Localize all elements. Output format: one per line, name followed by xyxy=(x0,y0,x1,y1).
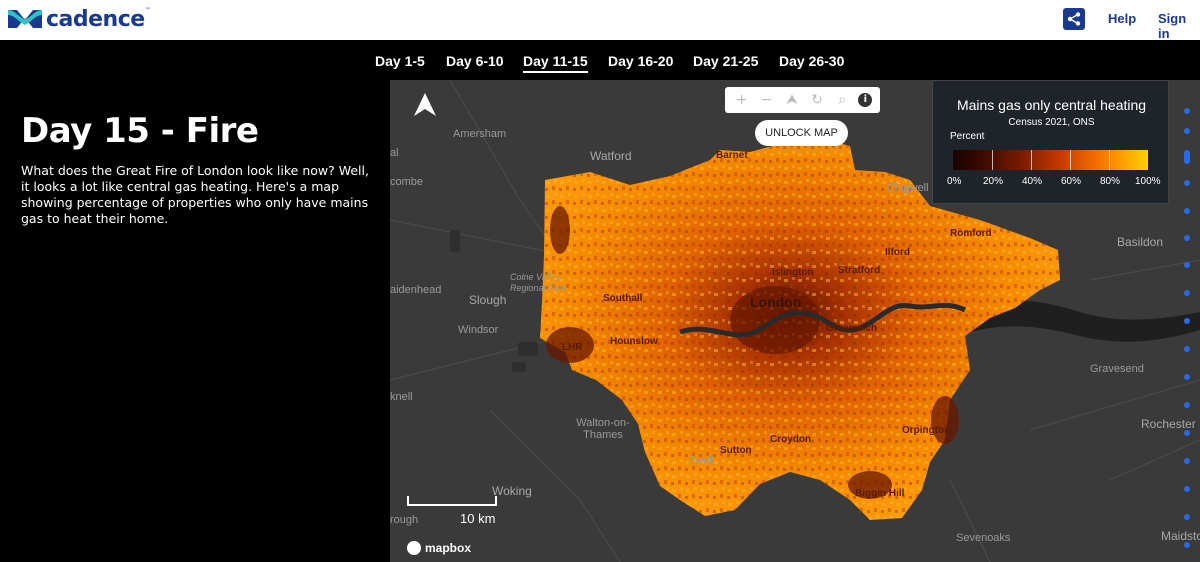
borough-label: Romford xyxy=(950,228,992,239)
compass-icon[interactable]: ⮝ xyxy=(783,92,801,108)
place-label: Ewell xyxy=(688,455,715,467)
progress-dot[interactable] xyxy=(1184,402,1190,408)
tab-day-6-10[interactable]: Day 6-10 xyxy=(446,53,504,69)
progress-dot[interactable] xyxy=(1184,430,1190,436)
story-panel xyxy=(0,80,390,562)
mapbox-logo-icon xyxy=(407,541,421,555)
borough-label: Greenwich xyxy=(826,323,878,334)
place-label: Chigwell xyxy=(887,182,929,194)
zoom-in-icon[interactable]: + xyxy=(733,92,751,108)
progress-dot[interactable] xyxy=(1184,374,1190,380)
borough-label: Orpington xyxy=(902,425,951,436)
place-label: Basildon xyxy=(1117,235,1164,249)
borough-label: Biggin Hill xyxy=(855,488,905,499)
brand-tm: ™ xyxy=(144,6,151,14)
mapbox-label: mapbox xyxy=(425,541,472,555)
borough-label: Stratford xyxy=(838,265,881,276)
borough-label: LHR xyxy=(562,342,583,353)
signin-link[interactable]: Sign in xyxy=(1158,11,1200,41)
legend-label: 0% xyxy=(947,176,962,187)
map-toolbar: + − ⮝ ↻ ⌕ i xyxy=(725,87,880,113)
search-icon[interactable]: ⌕ xyxy=(833,92,851,108)
legend-color-ramp xyxy=(953,150,1148,170)
borough-label: Islington xyxy=(772,267,814,278)
progress-dot[interactable] xyxy=(1184,458,1190,464)
brand-name: cadence xyxy=(46,6,145,32)
share-icon xyxy=(1067,12,1081,26)
legend-unit: Percent xyxy=(950,131,985,142)
brand-logo[interactable]: cadence ™ xyxy=(8,6,151,32)
help-link[interactable]: Help xyxy=(1108,11,1136,26)
borough-label: Croydon xyxy=(770,434,812,445)
legend-tick xyxy=(1031,150,1032,170)
legend-title: Mains gas only central heating xyxy=(956,97,1147,113)
legend-subtitle: Census 2021, ONS xyxy=(1008,117,1095,128)
progress-dot[interactable] xyxy=(1184,290,1190,296)
page-title: Day 15 - Fire xyxy=(21,111,259,151)
progress-dot[interactable] xyxy=(1184,128,1190,134)
legend-label: 80% xyxy=(1100,176,1121,187)
progress-dot[interactable] xyxy=(1184,486,1190,492)
place-label: Watford xyxy=(590,149,632,163)
place-label: Walton-on- Thames xyxy=(576,417,630,441)
legend-label: 60% xyxy=(1061,176,1082,187)
map-legend: Mains gas only central heating Census 20… xyxy=(932,80,1169,204)
scale-bar xyxy=(407,496,497,506)
story-progress-nav xyxy=(1183,80,1200,562)
borough-label: Southall xyxy=(603,293,643,304)
reset-view-icon[interactable]: ↻ xyxy=(808,92,826,108)
tab-day-21-25[interactable]: Day 21-25 xyxy=(693,53,758,69)
progress-dot[interactable] xyxy=(1184,318,1190,324)
place-label: aidenhead xyxy=(390,284,442,296)
progress-dot[interactable] xyxy=(1184,108,1190,114)
legend-label: 100% xyxy=(1135,176,1161,187)
progress-dot[interactable] xyxy=(1184,235,1190,241)
place-label: rough xyxy=(390,514,419,526)
legend-tick xyxy=(1070,150,1071,170)
info-icon[interactable]: i xyxy=(858,93,873,107)
city-label: London xyxy=(750,294,802,310)
mapbox-attribution[interactable]: mapbox xyxy=(407,541,471,555)
place-label: Gravesend xyxy=(1090,363,1144,375)
progress-dot-active[interactable] xyxy=(1184,150,1190,164)
borough-label: Ilford xyxy=(885,247,910,258)
place-label: combe xyxy=(390,176,424,188)
share-button[interactable] xyxy=(1063,8,1085,30)
borough-label: Hounslow xyxy=(610,336,658,347)
scale-label: 10 km xyxy=(460,511,496,526)
progress-dot[interactable] xyxy=(1184,542,1190,548)
place-label: al xyxy=(390,147,399,159)
progress-dot[interactable] xyxy=(1184,208,1190,214)
legend-label: 20% xyxy=(983,176,1004,187)
place-label: knell xyxy=(390,391,413,403)
place-label: Amersham xyxy=(453,128,507,140)
tab-day-11-15[interactable]: Day 11-15 xyxy=(523,53,588,73)
place-label: Colne Valley Regional Park xyxy=(510,272,567,293)
north-arrow-icon[interactable] xyxy=(412,92,438,118)
borough-label: Barnet xyxy=(716,150,748,161)
progress-dot[interactable] xyxy=(1184,262,1190,268)
progress-dot[interactable] xyxy=(1184,514,1190,520)
legend-label: 40% xyxy=(1022,176,1043,187)
borough-label: Sutton xyxy=(720,445,752,456)
place-label: Windsor xyxy=(458,324,499,336)
cadence-wave-logo-icon xyxy=(8,10,42,28)
day-tabs: Day 1-5 Day 6-10 Day 11-15 Day 16-20 Day… xyxy=(0,40,1200,80)
place-label: Woking xyxy=(492,484,532,498)
progress-dot[interactable] xyxy=(1184,180,1190,186)
tab-day-16-20[interactable]: Day 16-20 xyxy=(608,53,673,69)
story-description: What does the Great Fire of London look … xyxy=(21,163,369,226)
top-bar: cadence ™ Help Sign in xyxy=(0,0,1200,41)
place-label: Slough xyxy=(469,293,507,307)
legend-tick xyxy=(1109,150,1110,170)
zoom-out-icon[interactable]: − xyxy=(758,92,776,108)
unlock-map-button[interactable]: UNLOCK MAP xyxy=(755,120,848,146)
tab-day-1-5[interactable]: Day 1-5 xyxy=(375,53,425,69)
legend-tick xyxy=(992,150,993,170)
place-label: Sevenoaks xyxy=(956,532,1011,544)
map-canvas[interactable]: Amersham Watford Chigwell Basildon Sloug… xyxy=(390,80,1200,562)
tab-day-26-30[interactable]: Day 26-30 xyxy=(779,53,844,69)
progress-dot[interactable] xyxy=(1184,346,1190,352)
